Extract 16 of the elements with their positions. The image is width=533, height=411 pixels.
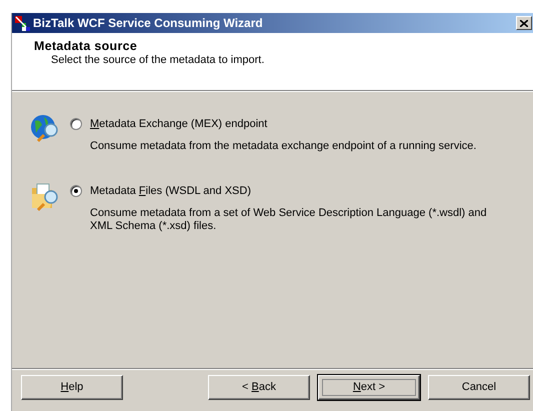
radio-button[interactable]: [70, 185, 82, 197]
page-subtitle: Select the source of the metadata to import.: [50, 54, 266, 66]
next-button[interactable]: Next >: [318, 374, 420, 400]
close-button[interactable]: [516, 16, 532, 30]
app-icon: [14, 15, 30, 31]
cancel-button[interactable]: Cancel: [428, 374, 530, 400]
window-title: BizTalk WCF Service Consuming Wizard: [33, 16, 264, 30]
option-label[interactable]: Metadata Files (WSDL and XSD): [90, 185, 251, 197]
page-title: Metadata source: [34, 39, 138, 53]
radio-button[interactable]: [70, 118, 82, 130]
back-button[interactable]: < Back: [208, 374, 310, 400]
option-description: Consume metadata from a set of Web Service Description Language (*.wsdl) and XML Schema (*.xsd) files.: [89, 207, 488, 233]
option-label[interactable]: Metadata Exchange (MEX) endpoint: [90, 118, 268, 130]
close-icon: [520, 20, 528, 26]
option-description: Consume metadata from the metadata exchange endpoint of a running service.: [89, 140, 478, 153]
help-button[interactable]: Help: [21, 374, 123, 400]
